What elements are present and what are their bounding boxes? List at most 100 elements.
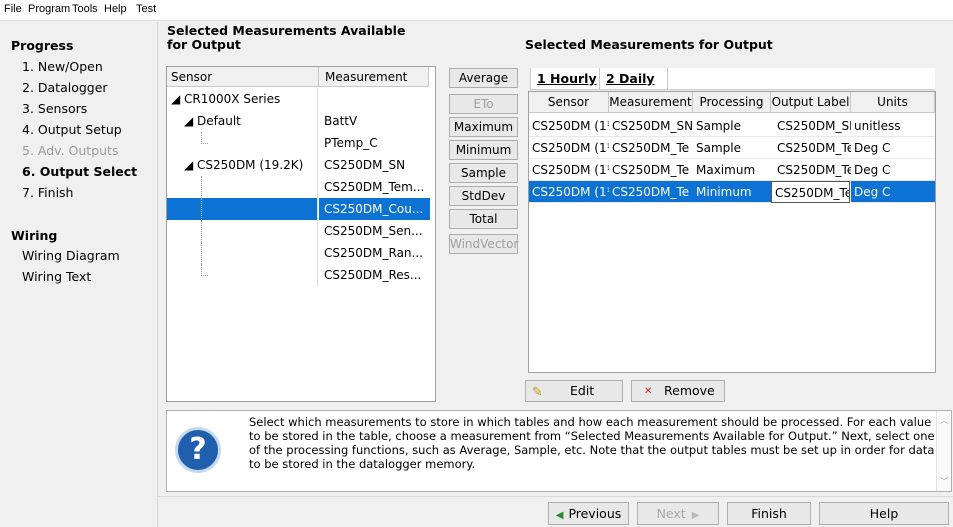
wiring-text-link[interactable]: Wiring Text — [22, 269, 91, 284]
step-new-open[interactable]: 1. New/Open — [22, 59, 103, 74]
help-scrollbar[interactable]: ︿ ﹀ — [936, 411, 951, 491]
grid-header-processing[interactable]: Processing — [693, 92, 771, 113]
wiring-title: Wiring — [11, 228, 58, 243]
tree-sensor-cell — [167, 264, 318, 286]
tree-row[interactable]: ◢ CS250DM (19.2K) CS250DM_SN — [167, 154, 435, 176]
output-tabs: 1 Hourly 2 Daily — [530, 68, 935, 90]
menu-test[interactable]: Test — [136, 3, 156, 15]
cell-measurement: CS250DM_Te — [609, 137, 693, 159]
grid-row[interactable]: CS250DM (1¹ CS250DM_SN Sample CS250DM_SN… — [529, 115, 935, 137]
remove-button[interactable]: ✕ Remove — [631, 380, 725, 402]
tree-sensor-cell — [167, 242, 318, 264]
cell-measurement: CS250DM_Te — [609, 159, 693, 181]
tree-row[interactable]: CS250DM_Sen... — [167, 220, 435, 242]
maximum-button[interactable]: Maximum — [449, 117, 518, 137]
cell-sensor: CS250DM (1¹ — [529, 159, 609, 181]
available-measurements-tree: Sensor Measurement ◢ CR1000X Series ◢ De… — [166, 66, 436, 402]
right-arrow-icon: ▶ — [691, 510, 700, 521]
step-output-select[interactable]: 6. Output Select — [22, 164, 137, 179]
grid-header-output-label[interactable]: Output Label — [771, 92, 851, 113]
output-label-editor[interactable]: CS250DM_Te — [771, 181, 850, 203]
next-label: Next — [656, 506, 686, 521]
step-output-setup[interactable]: 4. Output Setup — [22, 122, 122, 137]
scroll-up-icon[interactable]: ︿ — [940, 415, 948, 426]
sample-button[interactable]: Sample — [449, 163, 518, 183]
scroll-down-icon[interactable]: ﹀ — [940, 476, 948, 487]
grid-header-units[interactable]: Units — [851, 92, 935, 113]
header-measurement[interactable]: Measurement — [319, 67, 429, 87]
cell-units[interactable]: Deg C — [851, 159, 935, 181]
stddev-button[interactable]: StdDev — [449, 186, 518, 206]
left-arrow-icon: ◀ — [555, 510, 564, 521]
cell-processing: Maximum — [693, 159, 771, 181]
header-sensor[interactable]: Sensor — [167, 67, 319, 87]
cell-processing: Sample — [693, 115, 771, 137]
previous-button[interactable]: ◀ Previous — [548, 502, 629, 525]
output-grid: Sensor Measurement Processing Output Lab… — [528, 91, 936, 373]
total-button[interactable]: Total — [449, 209, 518, 229]
sidebar-divider — [157, 22, 158, 527]
edit-label: Edit — [570, 383, 595, 398]
tree-sensor-cell: ◢ Default — [167, 110, 318, 132]
available-title: Selected Measurements Available for Outp… — [167, 23, 406, 52]
wiring-diagram-link[interactable]: Wiring Diagram — [22, 248, 120, 263]
cell-measurement: CS250DM_Te — [609, 181, 693, 203]
cell-processing: Sample — [693, 137, 771, 159]
tree-row[interactable]: ◢ Default BattV — [167, 110, 435, 132]
cell-units[interactable]: Deg C — [851, 181, 935, 203]
tree-sensor-cell: ◢ CR1000X Series — [167, 88, 318, 110]
edit-button[interactable]: ✎ Edit — [525, 380, 623, 402]
previous-label: Previous — [568, 506, 622, 521]
menu-program[interactable]: Program — [28, 3, 70, 15]
tab-hourly[interactable]: 1 Hourly — [530, 68, 600, 89]
tree-row[interactable]: PTemp_C — [167, 132, 435, 154]
finish-button[interactable]: Finish — [727, 502, 811, 525]
cell-processing: Minimum — [693, 181, 771, 203]
remove-x-icon: ✕ — [644, 386, 653, 397]
tree-measurement-cell: CS250DM_Cou... — [319, 198, 430, 220]
footer-divider — [158, 496, 953, 497]
cell-output-label[interactable]: CS250DM_SN — [771, 115, 851, 137]
step-adv-outputs: 5. Adv. Outputs — [22, 143, 119, 158]
tree-measurement-cell: PTemp_C — [324, 136, 378, 150]
tree-measurement-cell: CS250DM_Ran... — [324, 246, 423, 260]
menu-help[interactable]: Help — [104, 3, 127, 15]
average-button[interactable]: Average — [449, 68, 518, 88]
tree-measurement-cell: CS250DM_Res... — [324, 268, 422, 282]
tree-measurement-cell: CS250DM_Tem... — [324, 180, 425, 194]
eto-button: ETo — [449, 94, 518, 114]
tree-sensor-cell — [167, 220, 318, 242]
tree-sensor-cell: ◢ CS250DM (19.2K) — [167, 154, 318, 176]
menu-bar: File Program Tools Help Test — [0, 0, 953, 21]
menu-tools[interactable]: Tools — [72, 3, 98, 15]
tree-row[interactable]: CS250DM_Ran... — [167, 242, 435, 264]
step-sensors[interactable]: 3. Sensors — [22, 101, 87, 116]
tree-row[interactable]: CS250DM_Tem... — [167, 176, 435, 198]
step-datalogger[interactable]: 2. Datalogger — [22, 80, 108, 95]
cell-units[interactable]: Deg C — [851, 137, 935, 159]
grid-row[interactable]: CS250DM (1¹ CS250DM_Te Sample CS250DM_Te… — [529, 137, 935, 159]
cell-measurement: CS250DM_SN — [609, 115, 693, 137]
tree-measurement-cell: BattV — [324, 114, 358, 128]
tab-daily[interactable]: 2 Daily — [606, 68, 668, 89]
cell-units[interactable]: unitless — [851, 115, 935, 137]
grid-row-selected[interactable]: CS250DM (1¹ CS250DM_Te Minimum CS250DM_T… — [529, 181, 935, 203]
menu-file[interactable]: File — [4, 3, 22, 15]
grid-row[interactable]: CS250DM (1¹ CS250DM_Te Maximum CS250DM_T… — [529, 159, 935, 181]
help-button[interactable]: Help — [819, 502, 949, 525]
grid-header-sensor[interactable]: Sensor — [529, 92, 609, 113]
next-button: Next ▶ — [637, 502, 719, 525]
question-icon: ? — [175, 427, 221, 473]
minimum-button[interactable]: Minimum — [449, 140, 518, 160]
tree-sensor-cell — [167, 176, 318, 198]
pencil-icon: ✎ — [532, 385, 543, 400]
tree-row-selected[interactable]: CS250DM_Cou... — [167, 198, 435, 220]
cell-output-label[interactable]: CS250DM_Te — [771, 137, 851, 159]
tree-measurement-cell: CS250DM_Sen... — [324, 224, 423, 238]
tree-row[interactable]: ◢ CR1000X Series — [167, 88, 435, 110]
cell-output-label[interactable]: CS250DM_Te — [771, 159, 851, 181]
grid-header-measurement[interactable]: Measurement — [609, 92, 693, 113]
step-finish[interactable]: 7. Finish — [22, 185, 73, 200]
tree-row[interactable]: CS250DM_Res... — [167, 264, 435, 286]
help-text: Select which measurements to store in wh… — [249, 415, 935, 471]
